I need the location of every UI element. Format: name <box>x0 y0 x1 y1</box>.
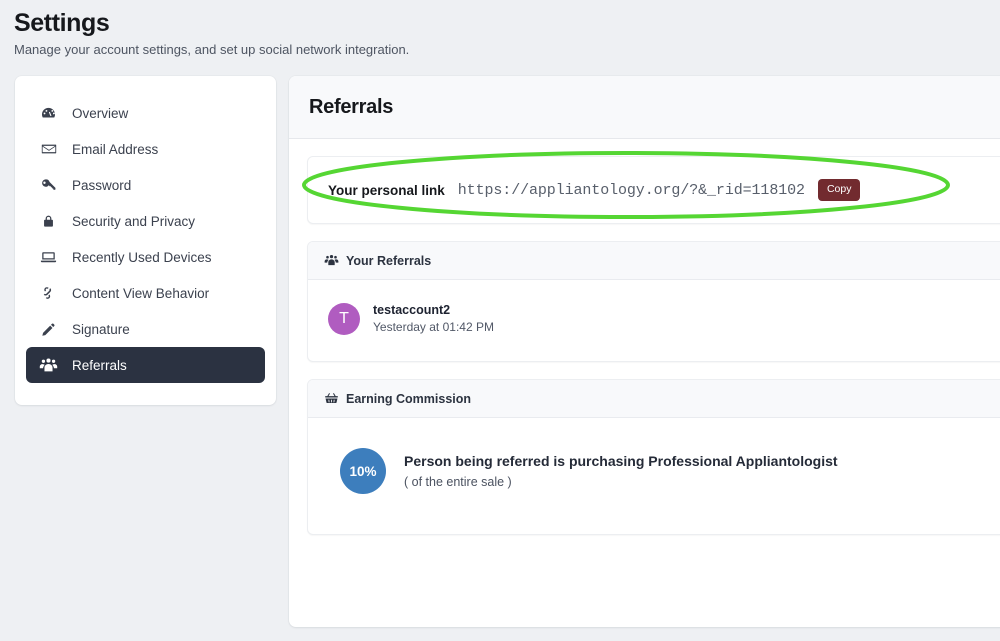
page-header: Settings Manage your account settings, a… <box>0 0 1000 59</box>
sidebar-item-overview[interactable]: Overview <box>26 95 265 131</box>
sidebar-item-referrals[interactable]: Referrals <box>26 347 265 383</box>
commission-title: Person being referred is purchasing Prof… <box>404 452 838 469</box>
basket-icon <box>324 391 339 406</box>
sidebar-item-content-view-behavior[interactable]: Content View Behavior <box>26 275 265 311</box>
personal-link-label: Your personal link <box>328 182 445 198</box>
sidebar-item-label: Security and Privacy <box>72 213 196 229</box>
sidebar-item-label: Signature <box>72 321 130 337</box>
sidebar-item-recently-used-devices[interactable]: Recently Used Devices <box>26 239 265 275</box>
envelope-icon <box>39 140 58 159</box>
commission-tier: 10% Person being referred is purchasing … <box>340 448 985 494</box>
panel-title: Referrals <box>309 96 394 118</box>
commission-percent-badge: 10% <box>340 448 386 494</box>
your-referrals-card: Your Referrals T testaccount2 Yesterday … <box>307 241 1000 362</box>
pencil-icon <box>39 320 58 339</box>
earning-commission-card: Earning Commission 10% Person being refe… <box>307 379 1000 535</box>
avatar: T <box>328 302 360 335</box>
sidebar-item-label: Referrals <box>72 357 127 373</box>
sidebar-item-security-and-privacy[interactable]: Security and Privacy <box>26 203 265 239</box>
panel-body: Your personal link https://appliantology… <box>289 139 1000 555</box>
page-title: Settings <box>14 9 110 37</box>
your-referrals-body: T testaccount2 Yesterday at 01:42 PM <box>308 280 1000 361</box>
sidebar-item-label: Password <box>72 177 132 193</box>
referrals-panel: Referrals Your personal link https://app… <box>289 76 1000 627</box>
commission-subtitle: ( of the entire sale ) <box>404 474 512 489</box>
earning-commission-body: 10% Person being referred is purchasing … <box>308 418 1000 534</box>
sidebar-item-signature[interactable]: Signature <box>26 311 265 347</box>
personal-link-card: Your personal link https://appliantology… <box>307 156 1000 224</box>
personal-link-row: Your personal link https://appliantology… <box>308 157 1000 223</box>
settings-layout: Overview Email Address Password Security… <box>0 76 1000 627</box>
earning-commission-header-label: Earning Commission <box>346 391 472 406</box>
copy-button[interactable]: Copy <box>817 179 861 201</box>
settings-sidebar: Overview Email Address Password Security… <box>15 76 276 405</box>
your-referrals-header: Your Referrals <box>308 242 1000 280</box>
sidebar-item-label: Recently Used Devices <box>72 249 212 265</box>
referral-username[interactable]: testaccount2 <box>373 302 494 318</box>
sidebar-nav-list: Overview Email Address Password Security… <box>26 95 265 383</box>
referral-timestamp: Yesterday at 01:42 PM <box>373 320 494 334</box>
sidebar-item-label: Overview <box>72 105 129 121</box>
users-icon <box>324 253 339 268</box>
sidebar-item-label: Content View Behavior <box>72 285 210 301</box>
commission-text: Person being referred is purchasing Prof… <box>404 452 838 491</box>
laptop-icon <box>39 248 58 267</box>
lock-icon <box>39 212 58 231</box>
sidebar-item-label: Email Address <box>72 141 159 157</box>
list-item[interactable]: T testaccount2 Yesterday at 01:42 PM <box>328 302 985 335</box>
link-icon <box>39 284 58 303</box>
key-icon <box>39 176 58 195</box>
page-subtitle: Manage your account settings, and set up… <box>14 42 410 57</box>
your-referrals-header-label: Your Referrals <box>346 253 432 268</box>
earning-commission-header: Earning Commission <box>308 380 1000 418</box>
dashboard-icon <box>39 104 58 123</box>
sidebar-item-email-address[interactable]: Email Address <box>26 131 265 167</box>
panel-header: Referrals <box>289 76 1000 139</box>
referral-meta: testaccount2 Yesterday at 01:42 PM <box>373 302 494 335</box>
personal-link-url: https://appliantology.org/?&_rid=118102 <box>457 181 805 199</box>
sidebar-item-password[interactable]: Password <box>26 167 265 203</box>
users-icon <box>39 356 58 375</box>
